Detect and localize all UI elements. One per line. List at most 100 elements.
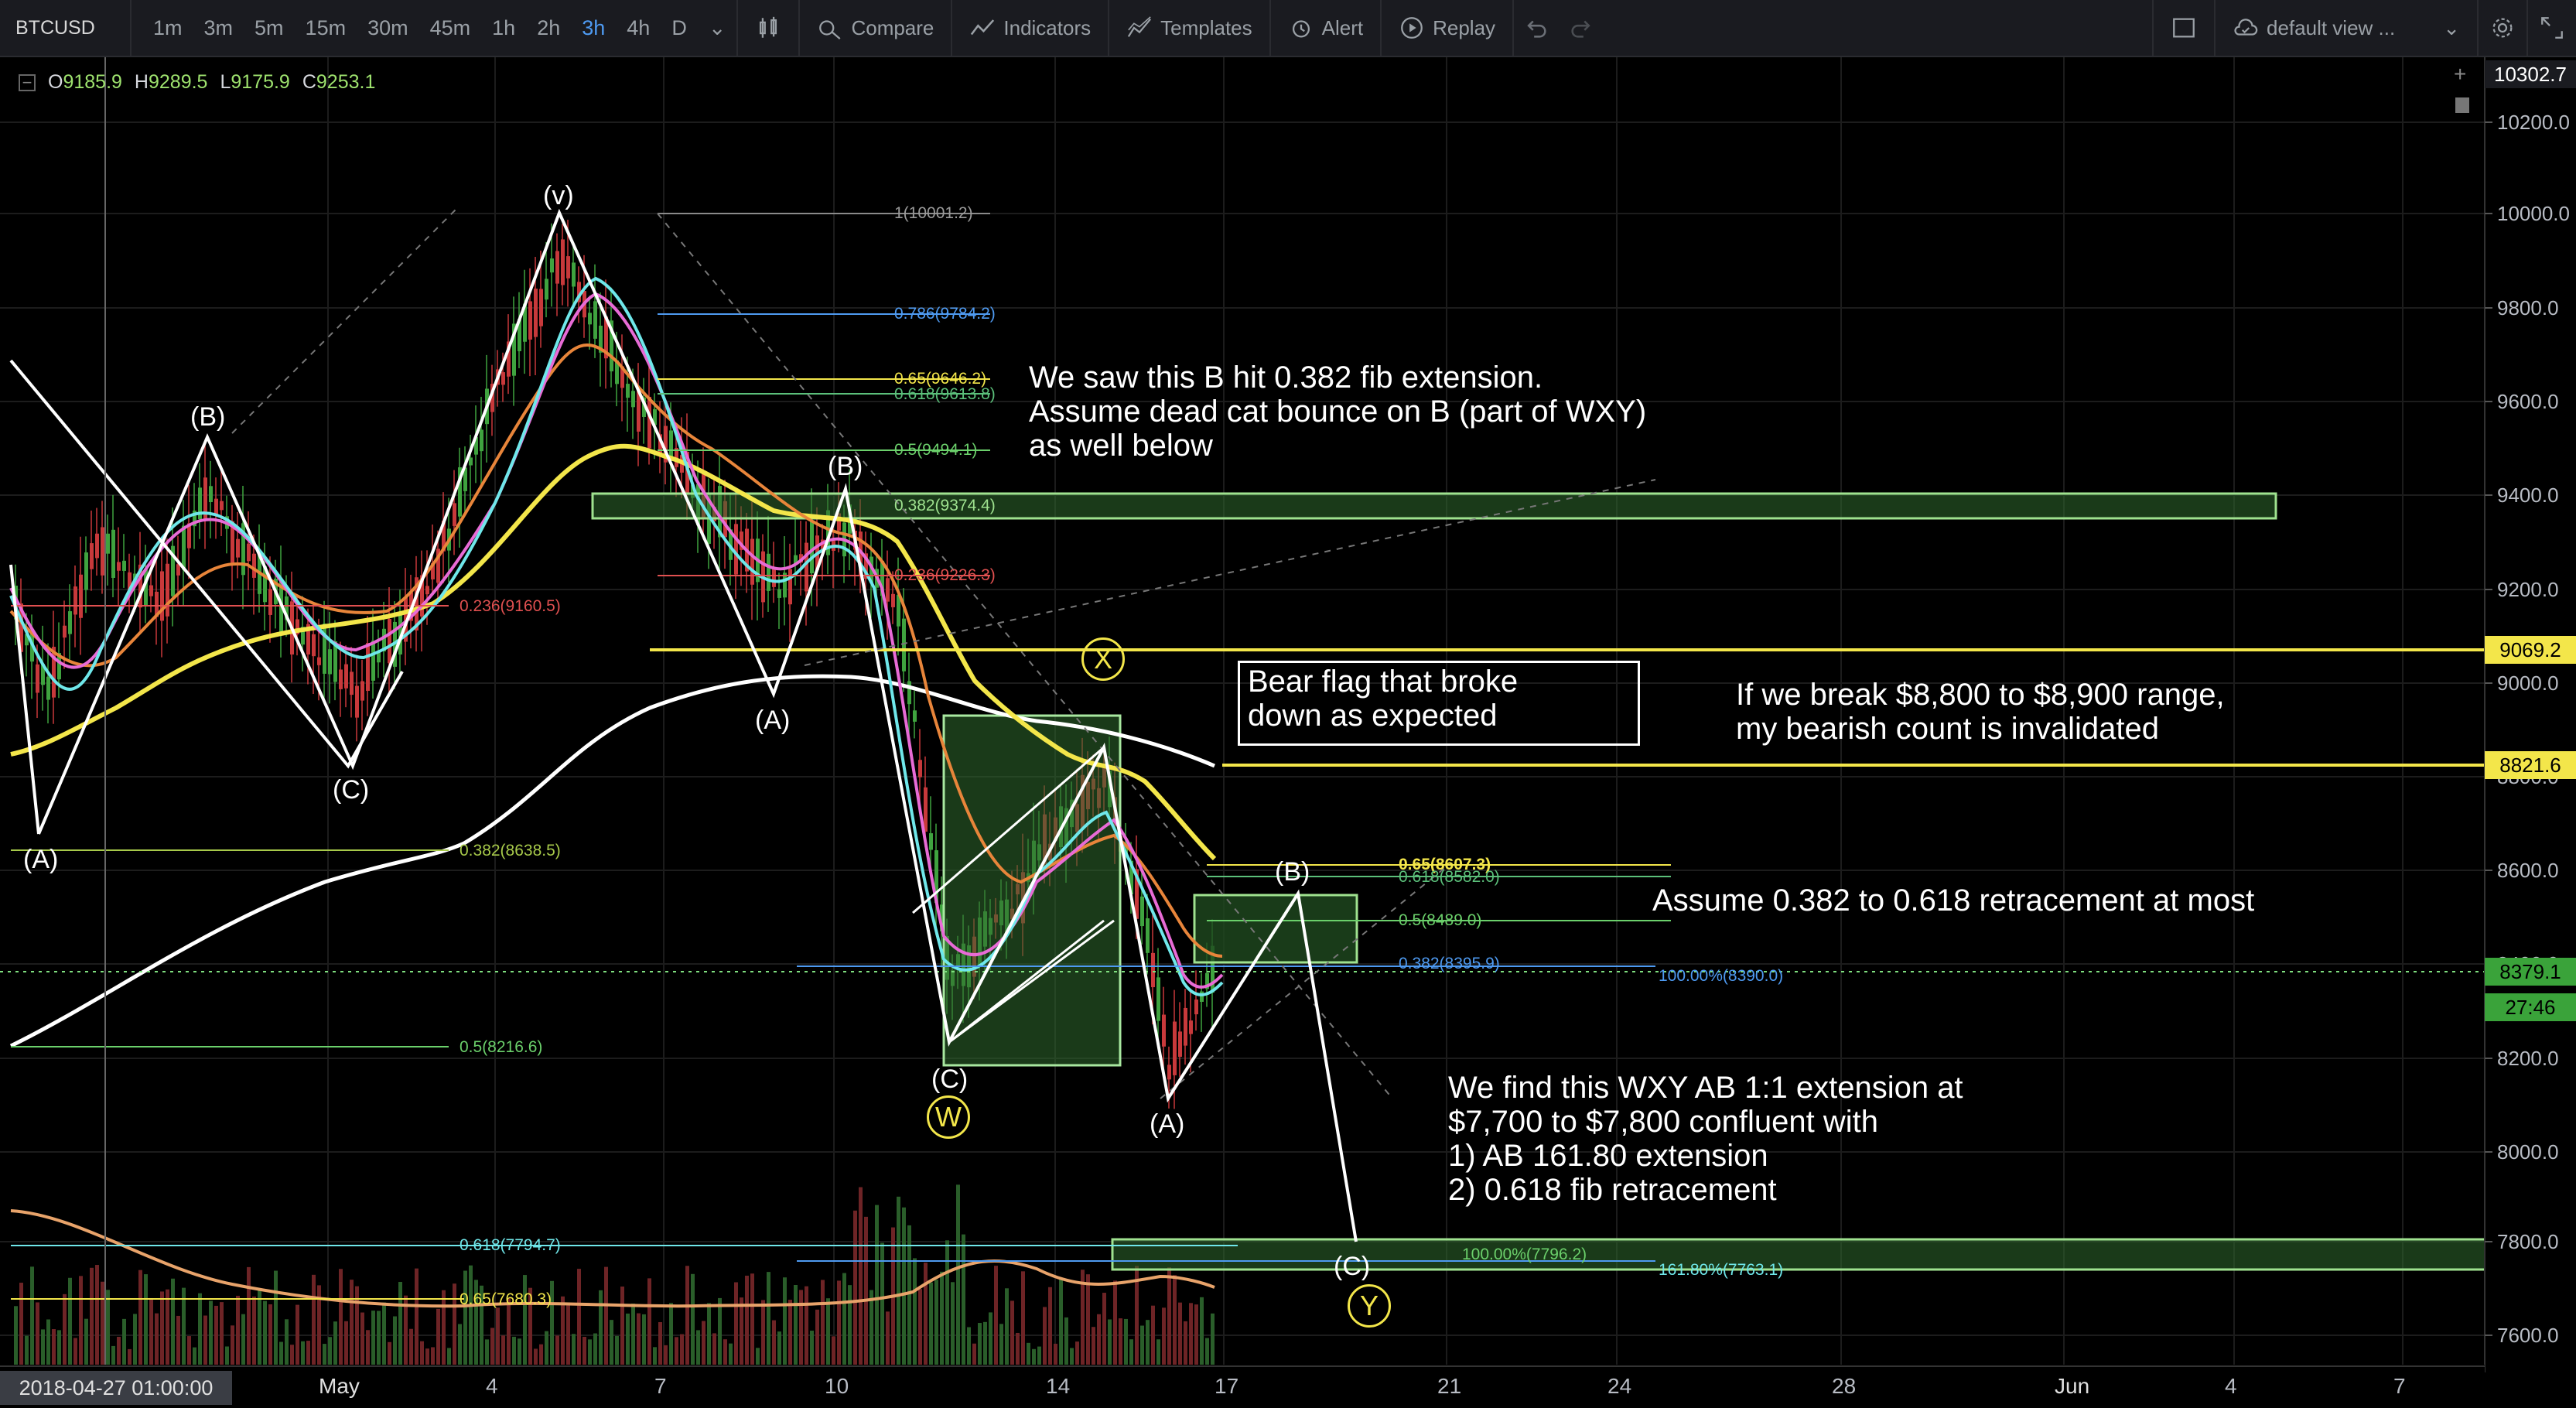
- interval-3m[interactable]: 3m: [193, 16, 244, 40]
- compare-icon: [819, 20, 841, 40]
- fullscreen-button[interactable]: [2526, 0, 2576, 56]
- low-label: L: [220, 71, 231, 93]
- interval-1h[interactable]: 1h: [481, 16, 526, 40]
- candle-body: [1194, 1000, 1198, 1015]
- volume-bar: [166, 1289, 169, 1365]
- wave-label-v: (v): [543, 181, 574, 210]
- chart-type-button[interactable]: [736, 0, 798, 56]
- candle-body: [122, 560, 126, 571]
- volume-bar: [106, 1290, 110, 1365]
- price-axis[interactable]: [2485, 57, 2576, 1372]
- volume-bar: [187, 1336, 191, 1365]
- volume-bar: [355, 1286, 359, 1365]
- interval-45m[interactable]: 45m: [419, 16, 482, 40]
- volume-bar: [398, 1282, 402, 1365]
- volume-bar: [902, 1207, 906, 1365]
- candle-body: [247, 543, 251, 562]
- ohlc-legend: − O9185.9 H9289.5 L9175.9 C9253.1: [19, 71, 375, 94]
- volume-bar: [712, 1333, 716, 1365]
- volume-bar: [301, 1341, 305, 1365]
- candle-body: [73, 586, 77, 615]
- interval-30m[interactable]: 30m: [357, 16, 419, 40]
- fib-label: 0.382(8638.5): [460, 842, 561, 859]
- fib-label: 0.618(8582.0): [1399, 868, 1500, 886]
- volume-bar: [626, 1313, 630, 1365]
- volume-bar: [1070, 1348, 1074, 1365]
- candle-body: [480, 429, 483, 452]
- target-zone[interactable]: [1111, 1238, 2576, 1271]
- open-value: 9185.9: [63, 71, 122, 93]
- volume-bar: [1092, 1327, 1095, 1365]
- candle-body: [929, 833, 933, 850]
- candle-body: [149, 585, 153, 596]
- symbol-search[interactable]: BTCUSD: [0, 0, 132, 56]
- volume-bar: [924, 1263, 928, 1365]
- volume-bar: [767, 1272, 770, 1365]
- settings-button[interactable]: [2477, 0, 2526, 56]
- volume-bar: [268, 1304, 272, 1365]
- replay-button[interactable]: Replay: [1380, 0, 1512, 56]
- volume-bar: [41, 1329, 45, 1365]
- volume-bar: [539, 1344, 543, 1365]
- interval-15m[interactable]: 15m: [295, 16, 357, 40]
- volume-bar: [777, 1331, 781, 1365]
- interval-3h[interactable]: 3h: [571, 16, 616, 40]
- candle-body: [79, 574, 83, 618]
- candle-body: [1178, 1031, 1182, 1058]
- volume-bar: [101, 1281, 104, 1365]
- candle-body: [355, 685, 359, 718]
- volume-bar: [1178, 1302, 1182, 1365]
- volume-bar: [794, 1285, 798, 1365]
- redo-button[interactable]: [1559, 0, 1604, 56]
- volume-bar: [225, 1346, 229, 1365]
- fullscreen-toggle[interactable]: [2152, 0, 2214, 56]
- add-scale-icon[interactable]: +: [2454, 62, 2466, 87]
- alert-label: Alert: [1321, 15, 1364, 39]
- layout-select[interactable]: default view ... ⌄: [2214, 0, 2477, 56]
- close-value: 9253.1: [316, 71, 376, 93]
- resistance-zone-9374[interactable]: [591, 492, 2277, 520]
- volume-bar: [360, 1312, 364, 1365]
- alert-button[interactable]: Alert: [1269, 0, 1380, 56]
- volume-bar: [978, 1323, 982, 1365]
- volume-bar: [945, 1240, 949, 1365]
- volume-bar: [685, 1266, 689, 1365]
- candle-body: [539, 289, 543, 326]
- interval-4h[interactable]: 4h: [616, 16, 661, 40]
- open-label: O: [48, 71, 63, 93]
- compare-button[interactable]: Compare: [798, 0, 951, 56]
- time-axis[interactable]: [0, 1365, 2485, 1408]
- volume-bar: [241, 1314, 245, 1365]
- volume-bar: [258, 1289, 261, 1365]
- volume-bar: [312, 1274, 316, 1365]
- volume-bar: [534, 1348, 538, 1365]
- interval-5m[interactable]: 5m: [244, 16, 295, 40]
- price-marker-9069: 9069.2: [2485, 636, 2576, 664]
- templates-button[interactable]: Templates: [1108, 0, 1269, 56]
- interval-D[interactable]: D: [661, 16, 698, 40]
- price-tick: 8600.0: [2497, 859, 2559, 882]
- candle-body: [750, 538, 754, 585]
- interval-1m[interactable]: 1m: [142, 16, 193, 40]
- indicators-button[interactable]: Indicators: [951, 0, 1108, 56]
- volume-bar: [1129, 1339, 1133, 1365]
- volume-bar: [485, 1339, 489, 1365]
- volume-bar: [388, 1341, 391, 1365]
- volume-bar: [1184, 1321, 1187, 1365]
- candle-body: [772, 569, 776, 587]
- interval-dropdown-icon[interactable]: ⌄: [698, 16, 737, 40]
- candle-body: [902, 618, 906, 672]
- volume-bar: [57, 1330, 61, 1365]
- alarm-clock-icon: [1292, 20, 1310, 38]
- collapse-icon[interactable]: −: [19, 73, 36, 91]
- volume-bar: [897, 1196, 900, 1365]
- indicators-label: Indicators: [1003, 15, 1092, 39]
- volume-bar: [144, 1274, 148, 1365]
- volume-bar: [615, 1335, 619, 1365]
- time-tick: Jun: [2055, 1374, 2090, 1398]
- volume-bar: [193, 1347, 196, 1365]
- interval-2h[interactable]: 2h: [526, 16, 571, 40]
- candle-body: [555, 251, 559, 284]
- undo-button[interactable]: [1512, 0, 1559, 56]
- trash-icon[interactable]: [2455, 97, 2469, 113]
